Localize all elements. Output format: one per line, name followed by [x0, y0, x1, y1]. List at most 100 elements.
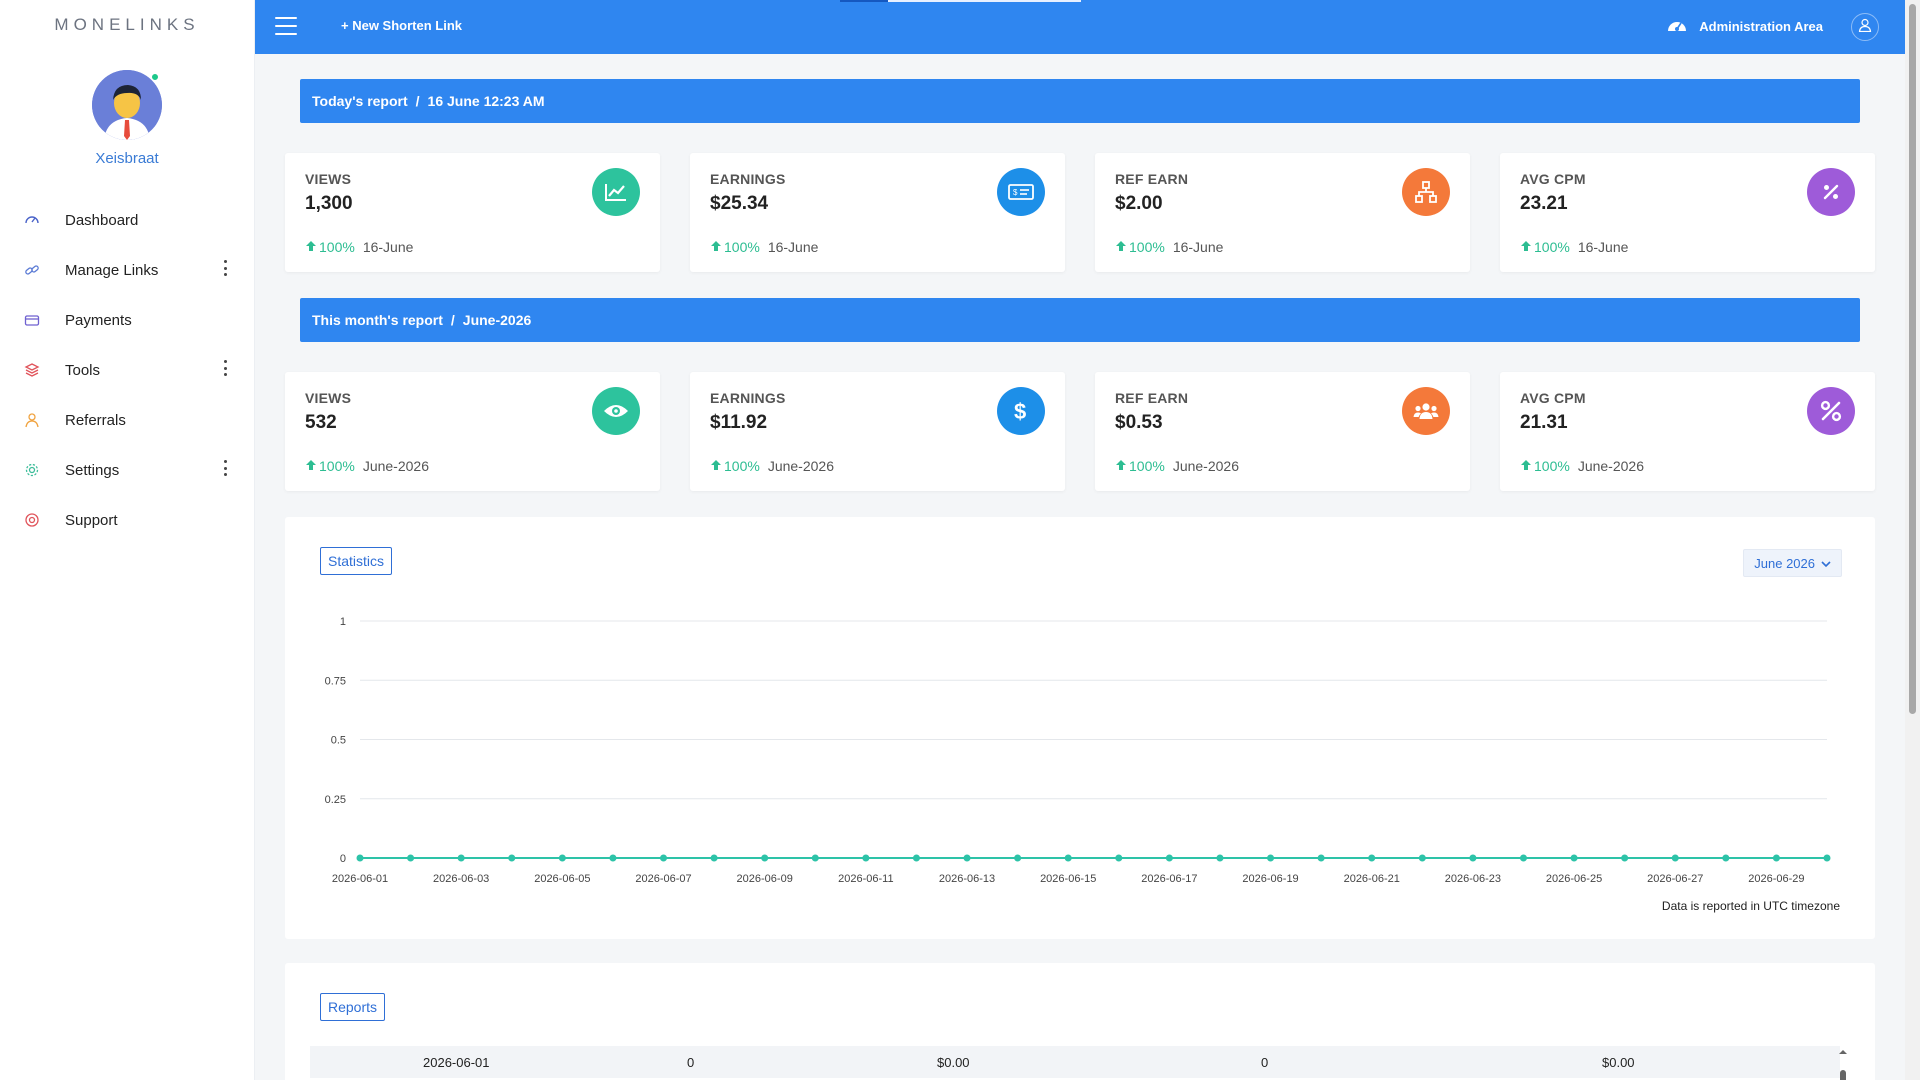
stat-percent: 100%	[1129, 458, 1165, 474]
data-point	[1469, 854, 1477, 862]
x-tick-label: 2026-06-15	[1040, 873, 1096, 885]
data-point	[811, 854, 819, 862]
submenu-toggle-icon[interactable]	[224, 460, 228, 476]
online-status-dot	[151, 73, 159, 81]
x-tick-label: 2026-06-07	[635, 873, 691, 885]
lifebuoy-icon	[24, 512, 40, 528]
stat-percent: 100%	[1534, 239, 1570, 255]
username-link[interactable]: Xeisbraat	[0, 150, 254, 167]
stat-label: EARNINGS	[710, 390, 786, 406]
top-navbar: + New Shorten Link Administration Area	[255, 0, 1905, 54]
gear-icon	[24, 462, 40, 478]
sidebar-item-label: Tools	[65, 361, 101, 379]
x-tick-label: 2026-06-25	[1546, 873, 1602, 885]
administration-area-label: Administration Area	[1699, 19, 1823, 34]
sidebar-item-label: Settings	[65, 461, 120, 479]
sidebar-item-tools[interactable]: Tools	[0, 345, 254, 395]
stat-card-avg-cpm: AVG CPM 23.21 100% 16-June	[1500, 153, 1875, 272]
y-tick-label: 0.5	[331, 735, 346, 747]
submenu-toggle-icon[interactable]	[224, 360, 228, 376]
data-point	[1064, 854, 1072, 862]
page-scrollbar[interactable]	[1905, 0, 1920, 1080]
data-point	[761, 854, 769, 862]
sidebar-item-label: Support	[65, 511, 118, 529]
new-shorten-link-button[interactable]: + New Shorten Link	[341, 18, 462, 33]
data-point	[356, 854, 364, 862]
stat-card-ref-earn: REF EARN $0.53 100% June-2026	[1095, 372, 1470, 491]
report-referrals-cell: 0	[1261, 1055, 1269, 1070]
arrow-up-icon	[1115, 458, 1127, 474]
data-point	[1671, 854, 1679, 862]
sidebar-item-label: Manage Links	[65, 261, 159, 279]
sidebar-item-dashboard[interactable]: Dashboard	[0, 195, 254, 245]
sidebar-item-referrals[interactable]: Referrals	[0, 395, 254, 445]
data-point	[508, 854, 516, 862]
sidebar-item-support[interactable]: Support	[0, 495, 254, 545]
stat-value: $11.92	[710, 412, 768, 433]
dollar-icon: $	[997, 387, 1045, 435]
stat-percent: 100%	[724, 239, 760, 255]
data-point	[558, 854, 566, 862]
stat-card-earnings: EARNINGS $25.34 100% 16-June $	[690, 153, 1065, 272]
referral-user-icon	[24, 412, 40, 428]
sidebar-item-settings[interactable]: Settings	[0, 445, 254, 495]
banner-title: This month's report	[312, 312, 443, 328]
data-point	[1418, 854, 1426, 862]
money-bill-icon: $	[997, 168, 1045, 216]
reports-tab[interactable]: Reports	[320, 993, 386, 1021]
avatar[interactable]	[92, 70, 162, 140]
administration-area-link[interactable]: Administration Area	[1667, 17, 1823, 36]
stat-value: $25.34	[710, 193, 769, 214]
stat-label: REF EARN	[1115, 390, 1189, 406]
table-scrollbar[interactable]	[1838, 1048, 1848, 1080]
stat-footer: 100% 16-June	[1520, 239, 1628, 255]
stat-footer: 100% June-2026	[710, 458, 834, 474]
page-scrollbar-thumb[interactable]	[1909, 4, 1916, 714]
data-point	[1165, 854, 1173, 862]
sitemap-icon	[1402, 168, 1450, 216]
report-earnings-cell: $0.00	[937, 1055, 970, 1070]
x-tick-label: 2026-06-11	[838, 873, 893, 885]
x-tick-label: 2026-06-29	[1748, 873, 1804, 885]
arrow-up-icon	[710, 458, 722, 474]
arrow-up-icon	[305, 239, 317, 255]
today-report-banner: Today's report / 16 June 12:23 AM	[300, 79, 1860, 123]
x-tick-label: 2026-06-01	[332, 873, 388, 885]
tachometer-icon	[1667, 17, 1687, 36]
x-tick-label: 2026-06-09	[737, 873, 793, 885]
stat-percent: 100%	[319, 239, 355, 255]
menu-toggle-icon[interactable]	[275, 17, 297, 35]
arrow-up-icon	[1520, 458, 1532, 474]
stat-period: June-2026	[1172, 458, 1239, 474]
sidebar-item-payments[interactable]: Payments	[0, 295, 254, 345]
stat-period: June-2026	[767, 458, 834, 474]
sidebar-item-manage-links[interactable]: Manage Links	[0, 245, 254, 295]
percent-icon	[1807, 168, 1855, 216]
month-report-banner: This month's report / June-2026	[300, 298, 1860, 342]
app-logo[interactable]: MONELINKS	[0, 15, 254, 35]
table-row: 2026-06-01 0 $0.00 0 $0.00	[310, 1046, 1840, 1078]
loading-bar-track	[888, 0, 1081, 2]
percent-icon	[1807, 387, 1855, 435]
stat-percent: 100%	[724, 458, 760, 474]
stat-period: June-2026	[1577, 458, 1644, 474]
sidebar-item-label: Payments	[65, 311, 132, 329]
submenu-toggle-icon[interactable]	[224, 260, 228, 276]
stat-footer: 100% June-2026	[305, 458, 429, 474]
data-point	[1115, 854, 1123, 862]
user-icon	[1858, 18, 1872, 37]
timezone-note: Data is reported in UTC timezone	[1661, 899, 1840, 913]
stat-period: 16-June	[1577, 239, 1629, 255]
x-tick-label: 2026-06-19	[1242, 873, 1298, 885]
avatar-container[interactable]	[92, 70, 162, 140]
data-point	[1823, 854, 1831, 862]
svg-text:$: $	[1013, 188, 1018, 197]
stat-period: 16-June	[767, 239, 819, 255]
banner-date: June-2026	[462, 312, 532, 328]
data-point	[1267, 854, 1275, 862]
sidebar: MONELINKS Xeisbraat Dashboard Manage Lin…	[0, 0, 255, 1080]
statistics-panel: Statistics June 2026 1 0.75 0.5 0.25 0 2026-0…	[285, 517, 1875, 939]
data-point	[862, 854, 870, 862]
data-point	[407, 854, 415, 862]
user-menu-button[interactable]	[1851, 13, 1879, 41]
